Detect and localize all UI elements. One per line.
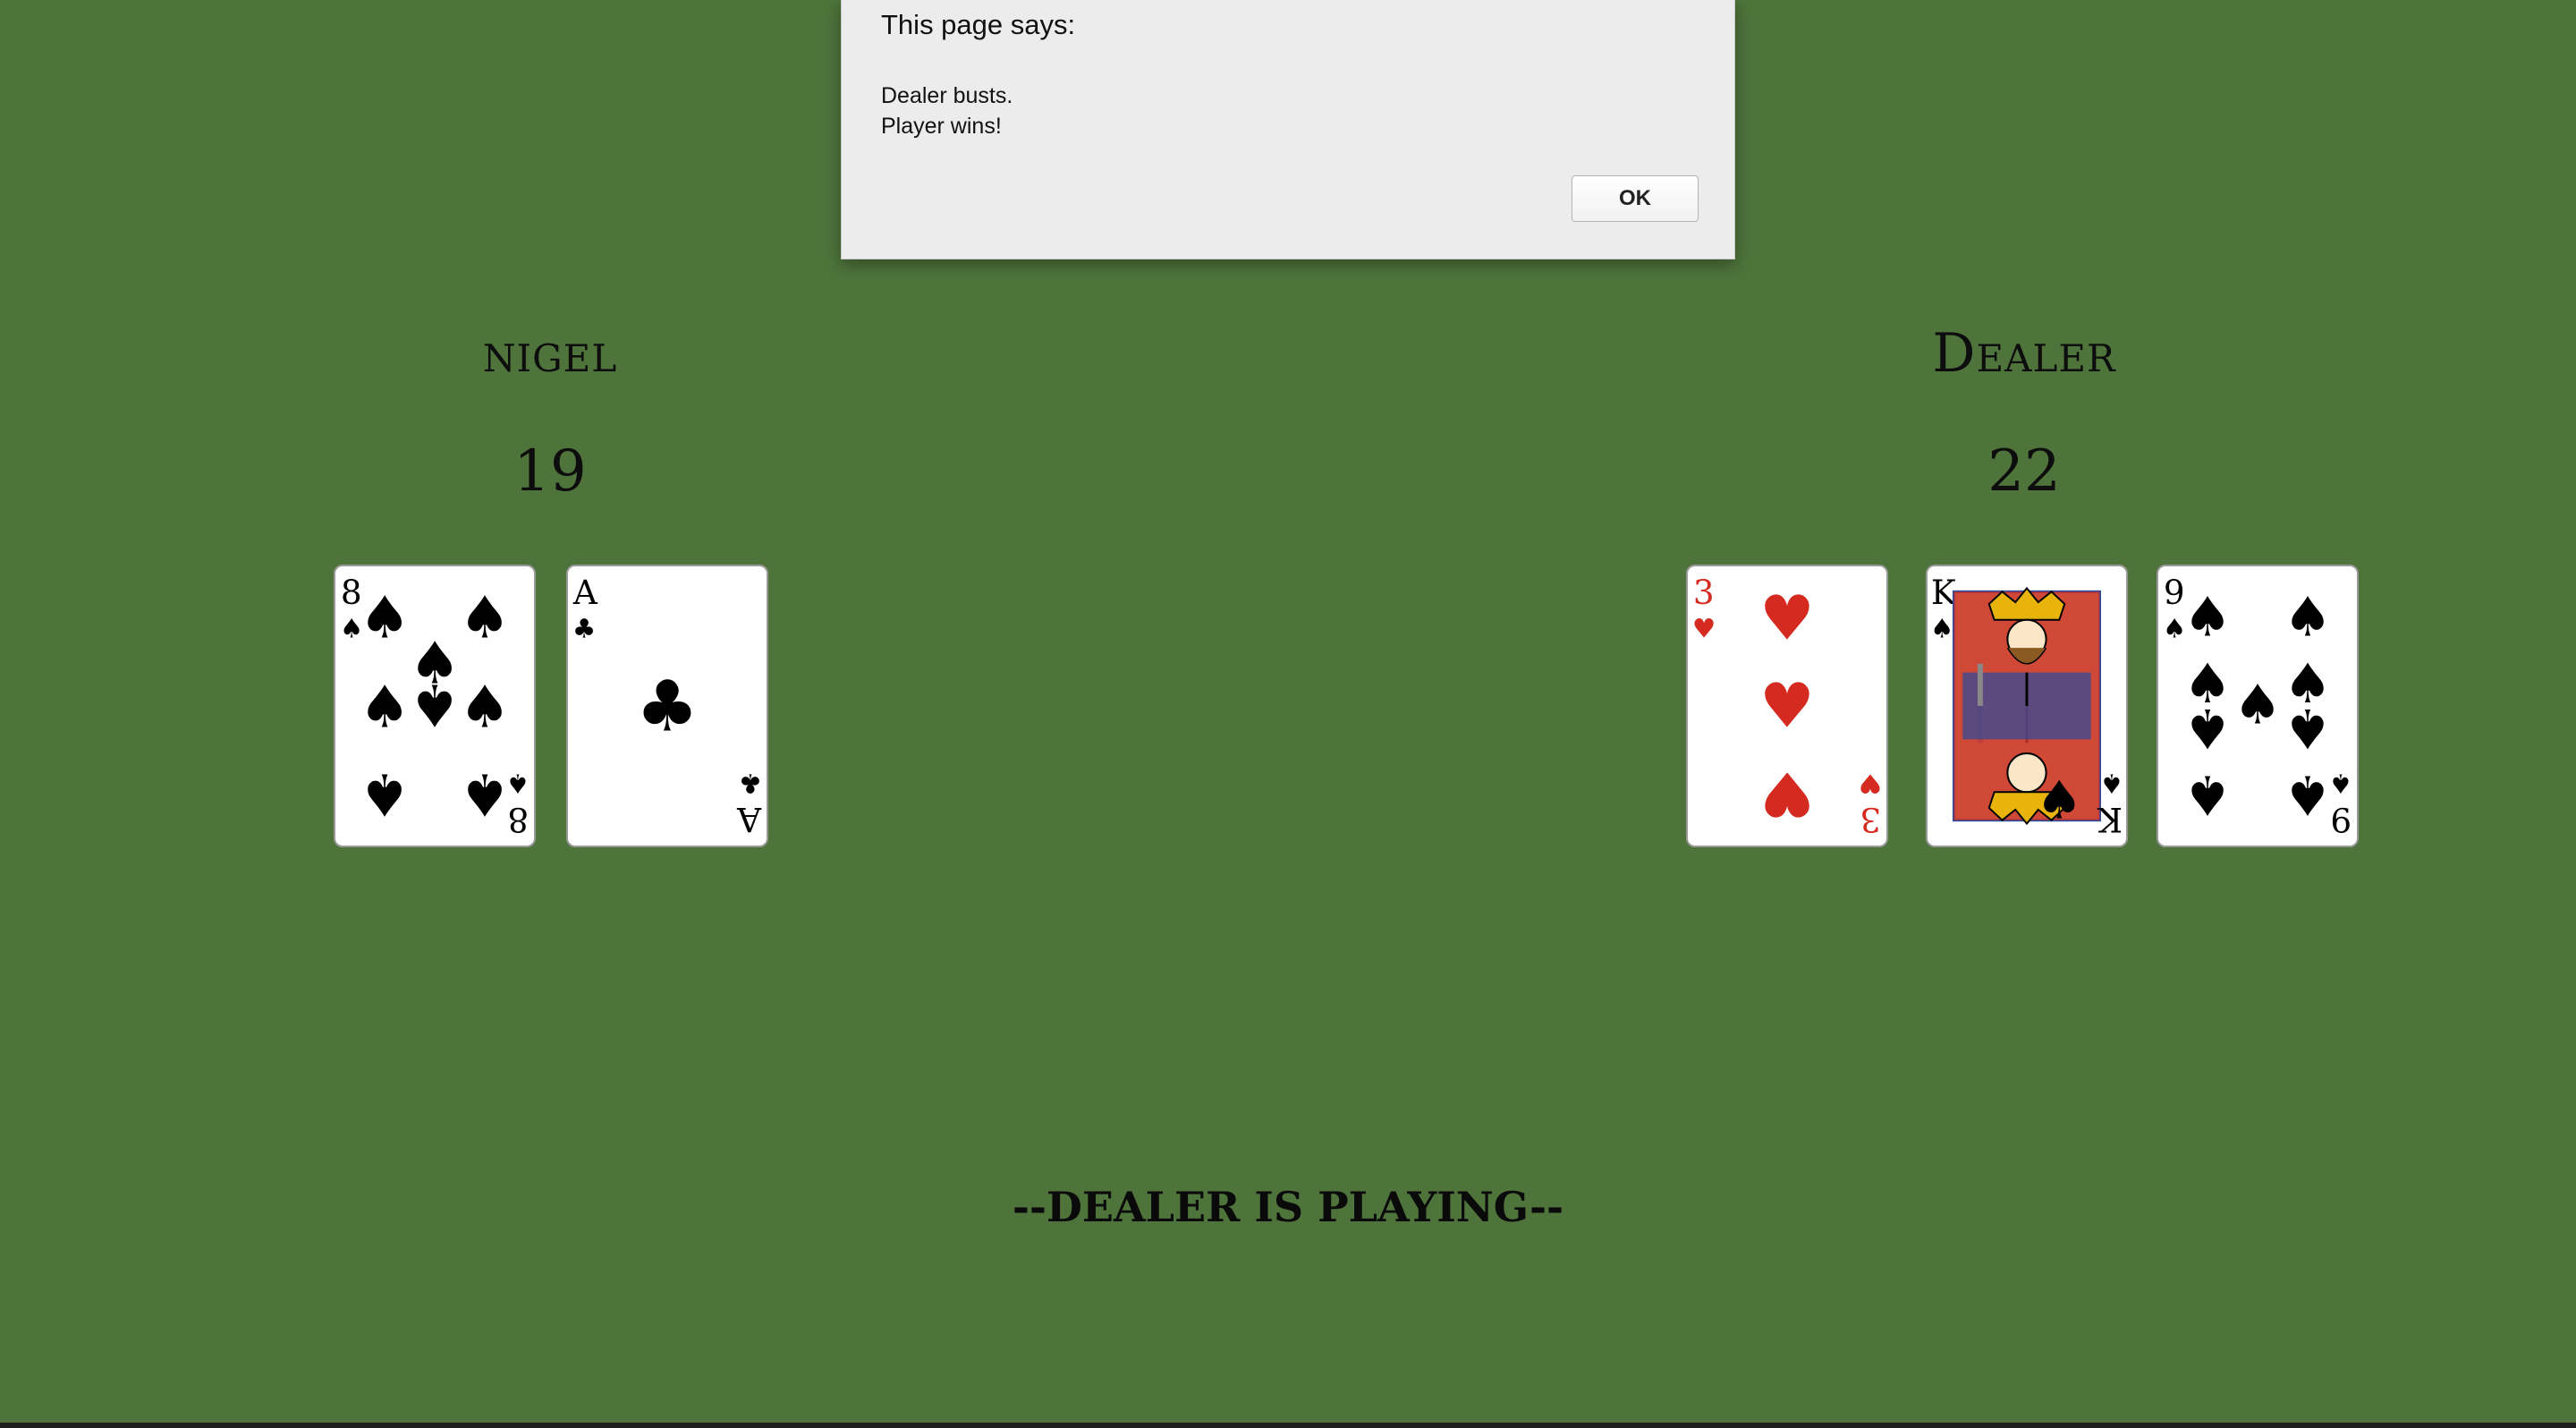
svg-text:K: K [2097,800,2123,839]
player-name: nigel [482,322,618,385]
card-rank: 3 [1693,573,1715,612]
svg-text:A: A [736,800,762,839]
heart-icon: ♥ [1692,613,1716,643]
svg-text:♠: ♠ [2036,769,2083,831]
dealer-name: Dealer [1932,322,2116,385]
svg-text:♠: ♠ [409,670,461,737]
spade-icon: ♠ [1930,613,1953,643]
dealer-card-1: 3 ♥ ♥ ♥ ♥ 3 ♥ [1686,565,1888,847]
alert-dialog: This page says: Dealer busts. Player win… [841,0,1735,259]
svg-text:8: 8 [507,800,529,839]
player-card-2: A ♣ ♣ A ♣ [566,565,768,847]
player-card-1: 8 ♠ ♠ ♠ ♠ ♠ ♠ ♠ ♠ ♠ 8 ♠ [334,565,536,847]
svg-text:♠: ♠ [2183,696,2233,760]
svg-text:♠: ♠ [359,761,411,828]
dealer-card-3: 9 ♠ ♠ ♠ ♠ ♠ ♠ ♠ ♠ ♠ ♠ 9 ♠ [2157,565,2359,847]
svg-text:♠: ♠ [2100,769,2123,799]
svg-text:♠: ♠ [2284,763,2333,827]
svg-text:♠: ♠ [459,675,511,742]
club-icon: ♣ [572,613,596,643]
club-icon: ♣ [636,666,699,748]
svg-text:♠: ♠ [506,769,530,799]
dealer-score: 22 [1987,438,2061,505]
svg-text:♥: ♥ [1859,769,1882,799]
dealer-card-2: K ♠ ♠ K ♠ [1926,565,2128,847]
svg-text:3: 3 [1860,800,1881,839]
svg-text:♠: ♠ [459,584,511,651]
svg-text:♠: ♠ [459,761,511,828]
svg-text:♠: ♠ [2329,769,2352,799]
svg-text:♠: ♠ [2183,585,2233,649]
card-rank: 9 [2164,573,2185,612]
svg-text:♠: ♠ [2183,763,2233,827]
alert-title: This page says: [881,9,1076,40]
alert-message: Dealer busts. Player wins! [881,83,1013,139]
svg-text:♠: ♠ [2284,585,2333,649]
svg-text:9: 9 [2330,800,2351,839]
svg-text:♠: ♠ [359,675,411,742]
card-rank: A [572,573,598,612]
player-score: 19 [513,438,587,505]
game-status: --DEALER IS PLAYING-- [1012,1183,1564,1231]
svg-text:♣: ♣ [739,769,762,799]
svg-text:♠: ♠ [2233,674,2283,737]
heart-icon: ♥ ♥ [1759,582,1815,742]
svg-text:♥: ♥ [1759,758,1815,829]
svg-text:♠: ♠ [359,584,411,651]
svg-text:♠: ♠ [2284,696,2333,760]
window-bottom-edge [0,1423,2576,1428]
ok-button[interactable]: OK [1572,175,1699,222]
svg-text:♥: ♥ [1759,671,1815,743]
svg-text:♥: ♥ [1759,582,1815,654]
